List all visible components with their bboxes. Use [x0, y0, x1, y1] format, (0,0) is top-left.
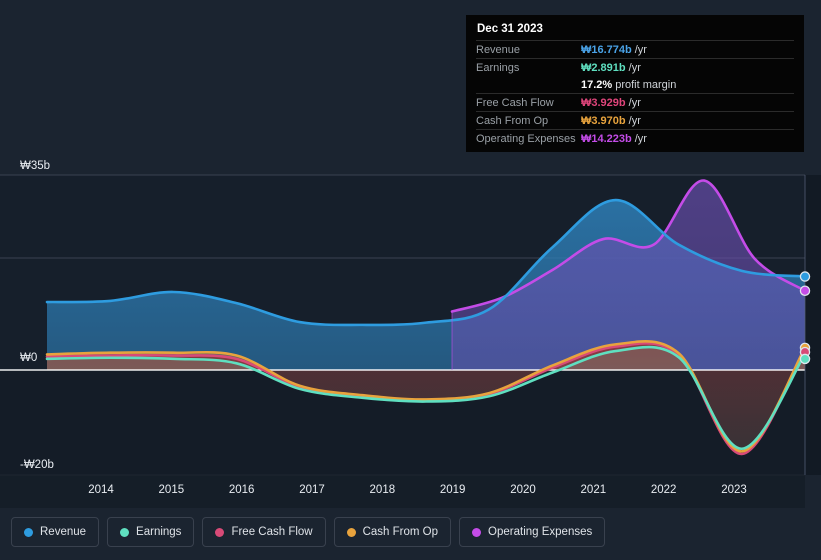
tooltip-row-key: Cash From Op [476, 114, 549, 127]
x-axis-tick-2022: 2022 [650, 484, 677, 496]
tooltip-row-earnings: Earnings ₩2.891b/yr [476, 58, 794, 76]
tooltip-row-suffix: /yr [628, 114, 641, 127]
tooltip-row-suffix: /yr [634, 43, 647, 56]
tooltip-row-key: Revenue [476, 43, 521, 56]
x-axis-tick-2014: 2014 [88, 484, 114, 496]
legend-color-dot-icon [472, 527, 482, 537]
x-axis-tick-2019: 2019 [439, 484, 466, 496]
endpoint-dot-revenue [799, 271, 811, 282]
legend-item-label: Revenue [40, 526, 87, 538]
y-axis-label-bottom: -₩20b [20, 459, 54, 471]
tooltip-row-suffix: /yr [634, 132, 647, 145]
x-axis-tick-2021: 2021 [580, 484, 607, 496]
legend-color-dot-icon [120, 527, 130, 537]
data-tooltip: Dec 31 2023 Revenue ₩16.774b/yr Earnings ₩2… [466, 15, 804, 152]
tooltip-row-value: ₩14.223b [581, 132, 632, 145]
legend-item-free-cash-flow[interactable]: Free Cash Flow [202, 517, 326, 547]
legend-color-dot-icon [24, 527, 33, 537]
legend-item-cash-from-op[interactable]: Cash From Op [333, 517, 452, 547]
y-axis-label-top: ₩35b [20, 160, 51, 172]
legend-item-label: Cash From Op [362, 526, 439, 538]
tooltip-row-cash-from-op: Cash From Op ₩3.970b/yr [476, 111, 794, 129]
tooltip-rows: Revenue ₩16.774b/yr Earnings ₩2.891b/yr 17.2… [476, 40, 794, 147]
tooltip-row-key: Operating Expenses [476, 132, 576, 145]
x-axis-tick-2023: 2023 [721, 484, 747, 496]
legend-color-dot-icon [346, 527, 356, 537]
endpoint-dot-operating-expenses [799, 285, 811, 297]
legend-item-earnings[interactable]: Earnings [107, 517, 195, 547]
tooltip-row-suffix: profit margin [615, 78, 677, 91]
legend-color-dot-icon [215, 527, 225, 537]
tooltip-row-value: ₩2.891b [581, 61, 626, 74]
x-axis-tick-2017: 2017 [299, 484, 325, 496]
tooltip-row-value: ₩16.774b [581, 43, 632, 56]
endpoint-dot-earnings [799, 353, 811, 365]
tooltip-row-value: ₩3.970b [581, 114, 626, 127]
tooltip-row-free-cash-flow: Free Cash Flow ₩3.929b/yr [476, 93, 794, 111]
tooltip-row-operating-expenses: Operating Expenses ₩14.223b/yr [476, 129, 794, 147]
tooltip-row-suffix: /yr [628, 96, 641, 109]
tooltip-row-value: ₩3.929b [581, 96, 626, 109]
tooltip-row-profit-margin: 17.2% profit margin [476, 76, 794, 93]
y-axis-label-zero: ₩0 [20, 352, 38, 364]
x-axis-tick-2015: 2015 [158, 484, 185, 496]
x-axis-tick-2018: 2018 [369, 484, 396, 496]
tooltip-row-revenue: Revenue ₩16.774b/yr [476, 40, 794, 58]
tooltip-row-value: 17.2% [581, 78, 613, 91]
tooltip-row-key: Free Cash Flow [476, 96, 554, 109]
x-axis-tick-2016: 2016 [228, 484, 255, 496]
x-axis-tick-2020: 2020 [510, 484, 536, 496]
chart-legend[interactable]: Revenue Earnings Free Cash Flow Cash From O… [11, 517, 606, 547]
chart-screen: ₩35b ₩0 -₩20b 2014 2015 2016 2017 2018 2019 20… [0, 0, 821, 560]
legend-item-label: Operating Expenses [488, 526, 593, 538]
legend-item-label: Free Cash Flow [231, 526, 313, 538]
legend-item-operating-expenses[interactable]: Operating Expenses [459, 517, 606, 547]
legend-item-label: Earnings [136, 526, 182, 538]
legend-item-revenue[interactable]: Revenue [11, 517, 100, 547]
tooltip-date: Dec 31 2023 [477, 23, 543, 35]
tooltip-row-suffix: /yr [628, 61, 641, 74]
tooltip-row-key: Earnings [476, 61, 520, 74]
